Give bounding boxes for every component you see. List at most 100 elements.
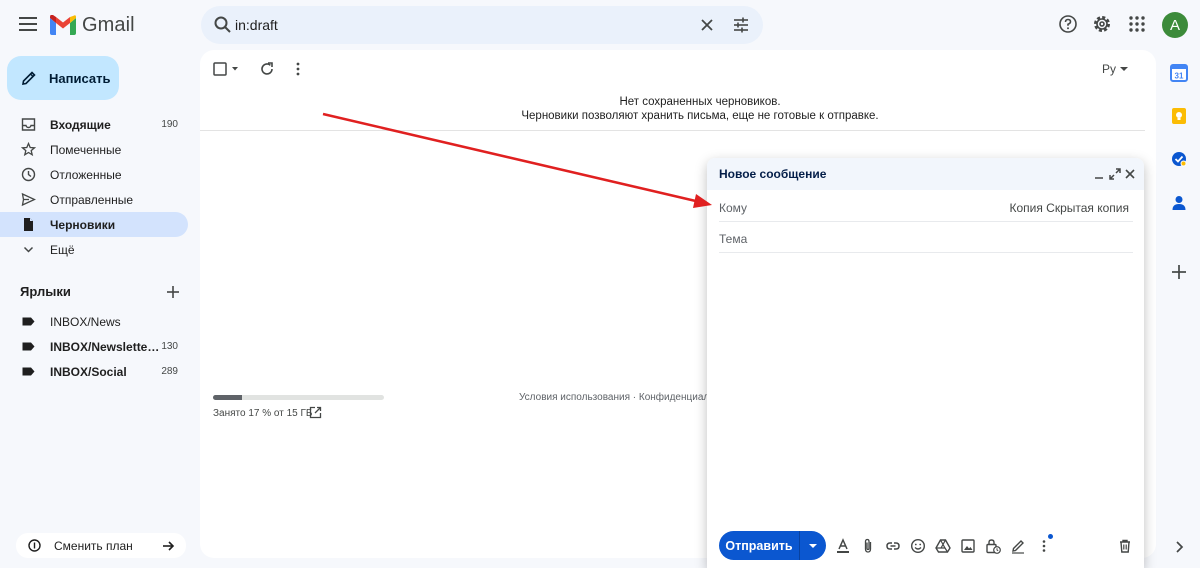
sidebar-item-label: Ещё: [50, 242, 75, 257]
label-icon: [22, 342, 35, 351]
select-all-checkbox[interactable]: [212, 60, 242, 78]
change-plan-label: Сменить план: [54, 539, 133, 553]
more-vert-icon[interactable]: [1036, 538, 1052, 554]
notification-dot: [1048, 534, 1053, 539]
sidebar-item-more[interactable]: Ещё: [0, 237, 188, 262]
help-icon[interactable]: [1058, 14, 1078, 34]
caret-down-icon: [809, 543, 817, 548]
sidebar-item-snoozed[interactable]: Отложенные: [0, 162, 188, 187]
chevron-right-icon[interactable]: [1170, 538, 1188, 556]
search-bar: [201, 6, 763, 44]
label-name: INBOX/Social: [50, 364, 127, 379]
signature-pen-icon[interactable]: [1010, 538, 1026, 554]
cc-bcc-links[interactable]: Копия Скрытая копия: [1009, 201, 1129, 215]
compose-header[interactable]: Новое сообщение: [707, 158, 1144, 190]
draft-icon: [24, 218, 33, 231]
empty-state-subtitle: Черновики позволяют хранить письма, еще …: [521, 110, 879, 122]
format-text-icon[interactable]: [835, 538, 851, 554]
contacts-icon[interactable]: [1170, 194, 1188, 212]
empty-state-title: Нет сохраненных черновиков.: [619, 96, 781, 108]
search-options-icon[interactable]: [731, 15, 751, 35]
unread-count: 190: [161, 119, 178, 130]
compose-button[interactable]: Написать: [7, 56, 119, 100]
sidebar-item-drafts[interactable]: Черновики: [0, 212, 188, 237]
divider: [200, 130, 1145, 131]
gmail-logo[interactable]: Gmail: [50, 12, 135, 38]
label-item-newsletters[interactable]: INBOX/Newslette… 130: [0, 334, 188, 359]
sidebar-item-label: Черновики: [50, 217, 116, 232]
gmail-m-icon: [50, 15, 76, 35]
info-circle-icon: [28, 539, 41, 552]
compose-title: Новое сообщение: [719, 167, 827, 181]
storage-meter-fill: [213, 395, 243, 400]
sidebar-item-label: Отложенные: [50, 167, 122, 182]
search-icon[interactable]: [213, 15, 233, 35]
label-name: INBOX/Newslette…: [50, 339, 160, 354]
trash-icon[interactable]: [1117, 538, 1133, 554]
keep-icon[interactable]: [1170, 107, 1188, 125]
label-item-social[interactable]: INBOX/Social 289: [0, 359, 188, 384]
app-name: Gmail: [82, 13, 135, 36]
label-name: INBOX/News: [50, 314, 121, 329]
apps-grid-icon[interactable]: [1127, 14, 1147, 34]
subject-input[interactable]: [719, 227, 1119, 251]
calendar-icon[interactable]: 31: [1170, 64, 1188, 82]
hamburger-icon: [19, 17, 37, 31]
caret-down-icon: [1120, 67, 1129, 71]
sidebar-item-label: Отправленные: [50, 192, 134, 207]
to-label: Кому: [719, 201, 748, 215]
add-icon[interactable]: [1170, 263, 1188, 281]
attach-icon[interactable]: [860, 538, 876, 554]
drive-icon[interactable]: [935, 538, 951, 554]
footer-links[interactable]: Условия использования · Конфиденциальн: [519, 392, 720, 403]
avatar[interactable]: A: [1162, 12, 1188, 38]
svg-text:31: 31: [1175, 72, 1184, 81]
sidebar-item-sent[interactable]: Отправленные: [0, 187, 188, 212]
unread-count: 289: [161, 366, 178, 377]
input-language-selector[interactable]: Ру: [1102, 62, 1129, 76]
language-label: Ру: [1102, 62, 1117, 76]
arrow-right-icon: [163, 541, 175, 551]
send-icon: [21, 192, 36, 207]
compose-window: Новое сообщение Кому Копия Скрытая копия…: [707, 158, 1144, 568]
settings-icon[interactable]: [1092, 14, 1112, 34]
inbox-icon: [21, 118, 36, 131]
main-menu-button[interactable]: [12, 8, 44, 40]
label-icon: [22, 367, 35, 376]
change-plan-button[interactable]: Сменить план: [16, 533, 186, 558]
subject-field: [719, 223, 1133, 253]
close-icon[interactable]: [697, 15, 717, 35]
send-button[interactable]: Отправить: [719, 531, 800, 560]
sidebar-item-label: Входящие: [50, 117, 111, 132]
more-vert-icon[interactable]: [289, 60, 307, 78]
star-icon: [21, 142, 36, 157]
sidebar-item-inbox[interactable]: Входящие 190: [0, 112, 188, 137]
open-in-new-icon[interactable]: [309, 406, 322, 419]
add-label-icon[interactable]: [165, 284, 181, 300]
storage-meter: [213, 395, 384, 400]
send-options-button[interactable]: [800, 531, 826, 560]
storage-usage-text: Занято 17 % от 15 ГБ: [213, 408, 313, 419]
label-icon: [22, 317, 35, 326]
fullscreen-icon[interactable]: [1108, 167, 1122, 181]
compose-label: Написать: [49, 70, 111, 86]
sidebar-item-starred[interactable]: Помеченные: [0, 137, 188, 162]
labels-heading: Ярлыки: [20, 284, 71, 299]
minimize-icon[interactable]: [1092, 167, 1106, 181]
lock-clock-icon[interactable]: [985, 538, 1001, 554]
pencil-icon: [22, 71, 36, 85]
clock-icon: [21, 167, 36, 182]
close-icon[interactable]: [1123, 167, 1137, 181]
search-input[interactable]: [233, 11, 693, 39]
unread-count: 130: [161, 341, 178, 352]
chevron-down-icon: [23, 246, 34, 253]
label-item-news[interactable]: INBOX/News: [0, 309, 188, 334]
emoji-icon[interactable]: [910, 538, 926, 554]
send-button-group: Отправить: [719, 531, 826, 560]
recipients-field[interactable]: Кому Копия Скрытая копия: [719, 192, 1133, 222]
tasks-icon[interactable]: [1170, 150, 1188, 168]
refresh-icon[interactable]: [258, 60, 276, 78]
sidebar-item-label: Помеченные: [50, 142, 122, 157]
link-icon[interactable]: [885, 538, 901, 554]
image-icon[interactable]: [960, 538, 976, 554]
